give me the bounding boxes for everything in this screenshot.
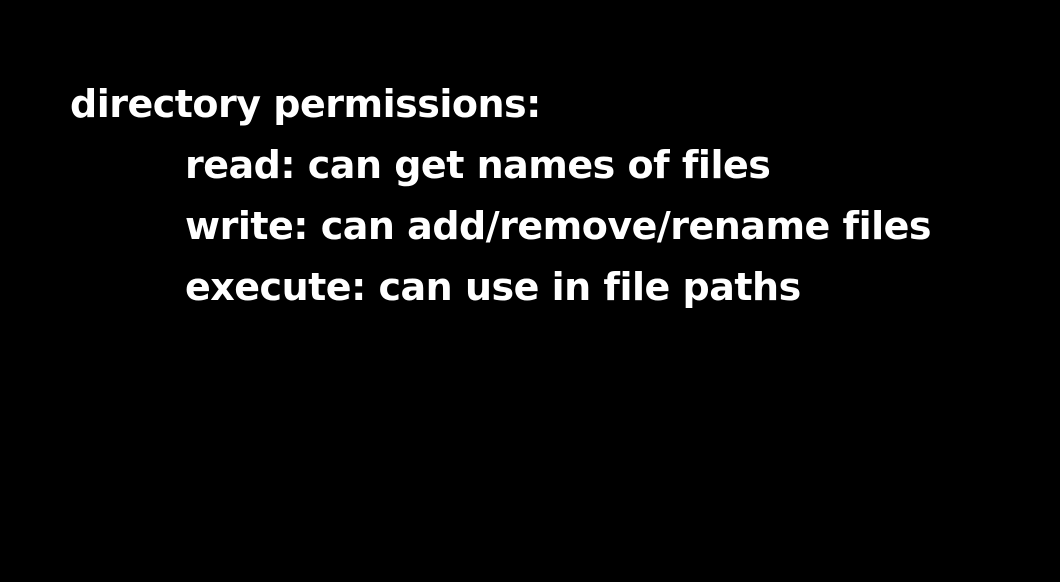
permission-item-execute: execute: can use in file paths	[185, 265, 801, 309]
slide-heading: directory permissions:	[70, 82, 541, 126]
slide: directory permissions: read: can get nam…	[0, 0, 1060, 582]
permission-list: read: can get names of files write: can …	[70, 135, 1040, 318]
slide-body: directory permissions: read: can get nam…	[70, 74, 1040, 318]
permission-item-write: write: can add/remove/rename files	[185, 204, 932, 248]
permission-item-read: read: can get names of files	[185, 143, 771, 187]
